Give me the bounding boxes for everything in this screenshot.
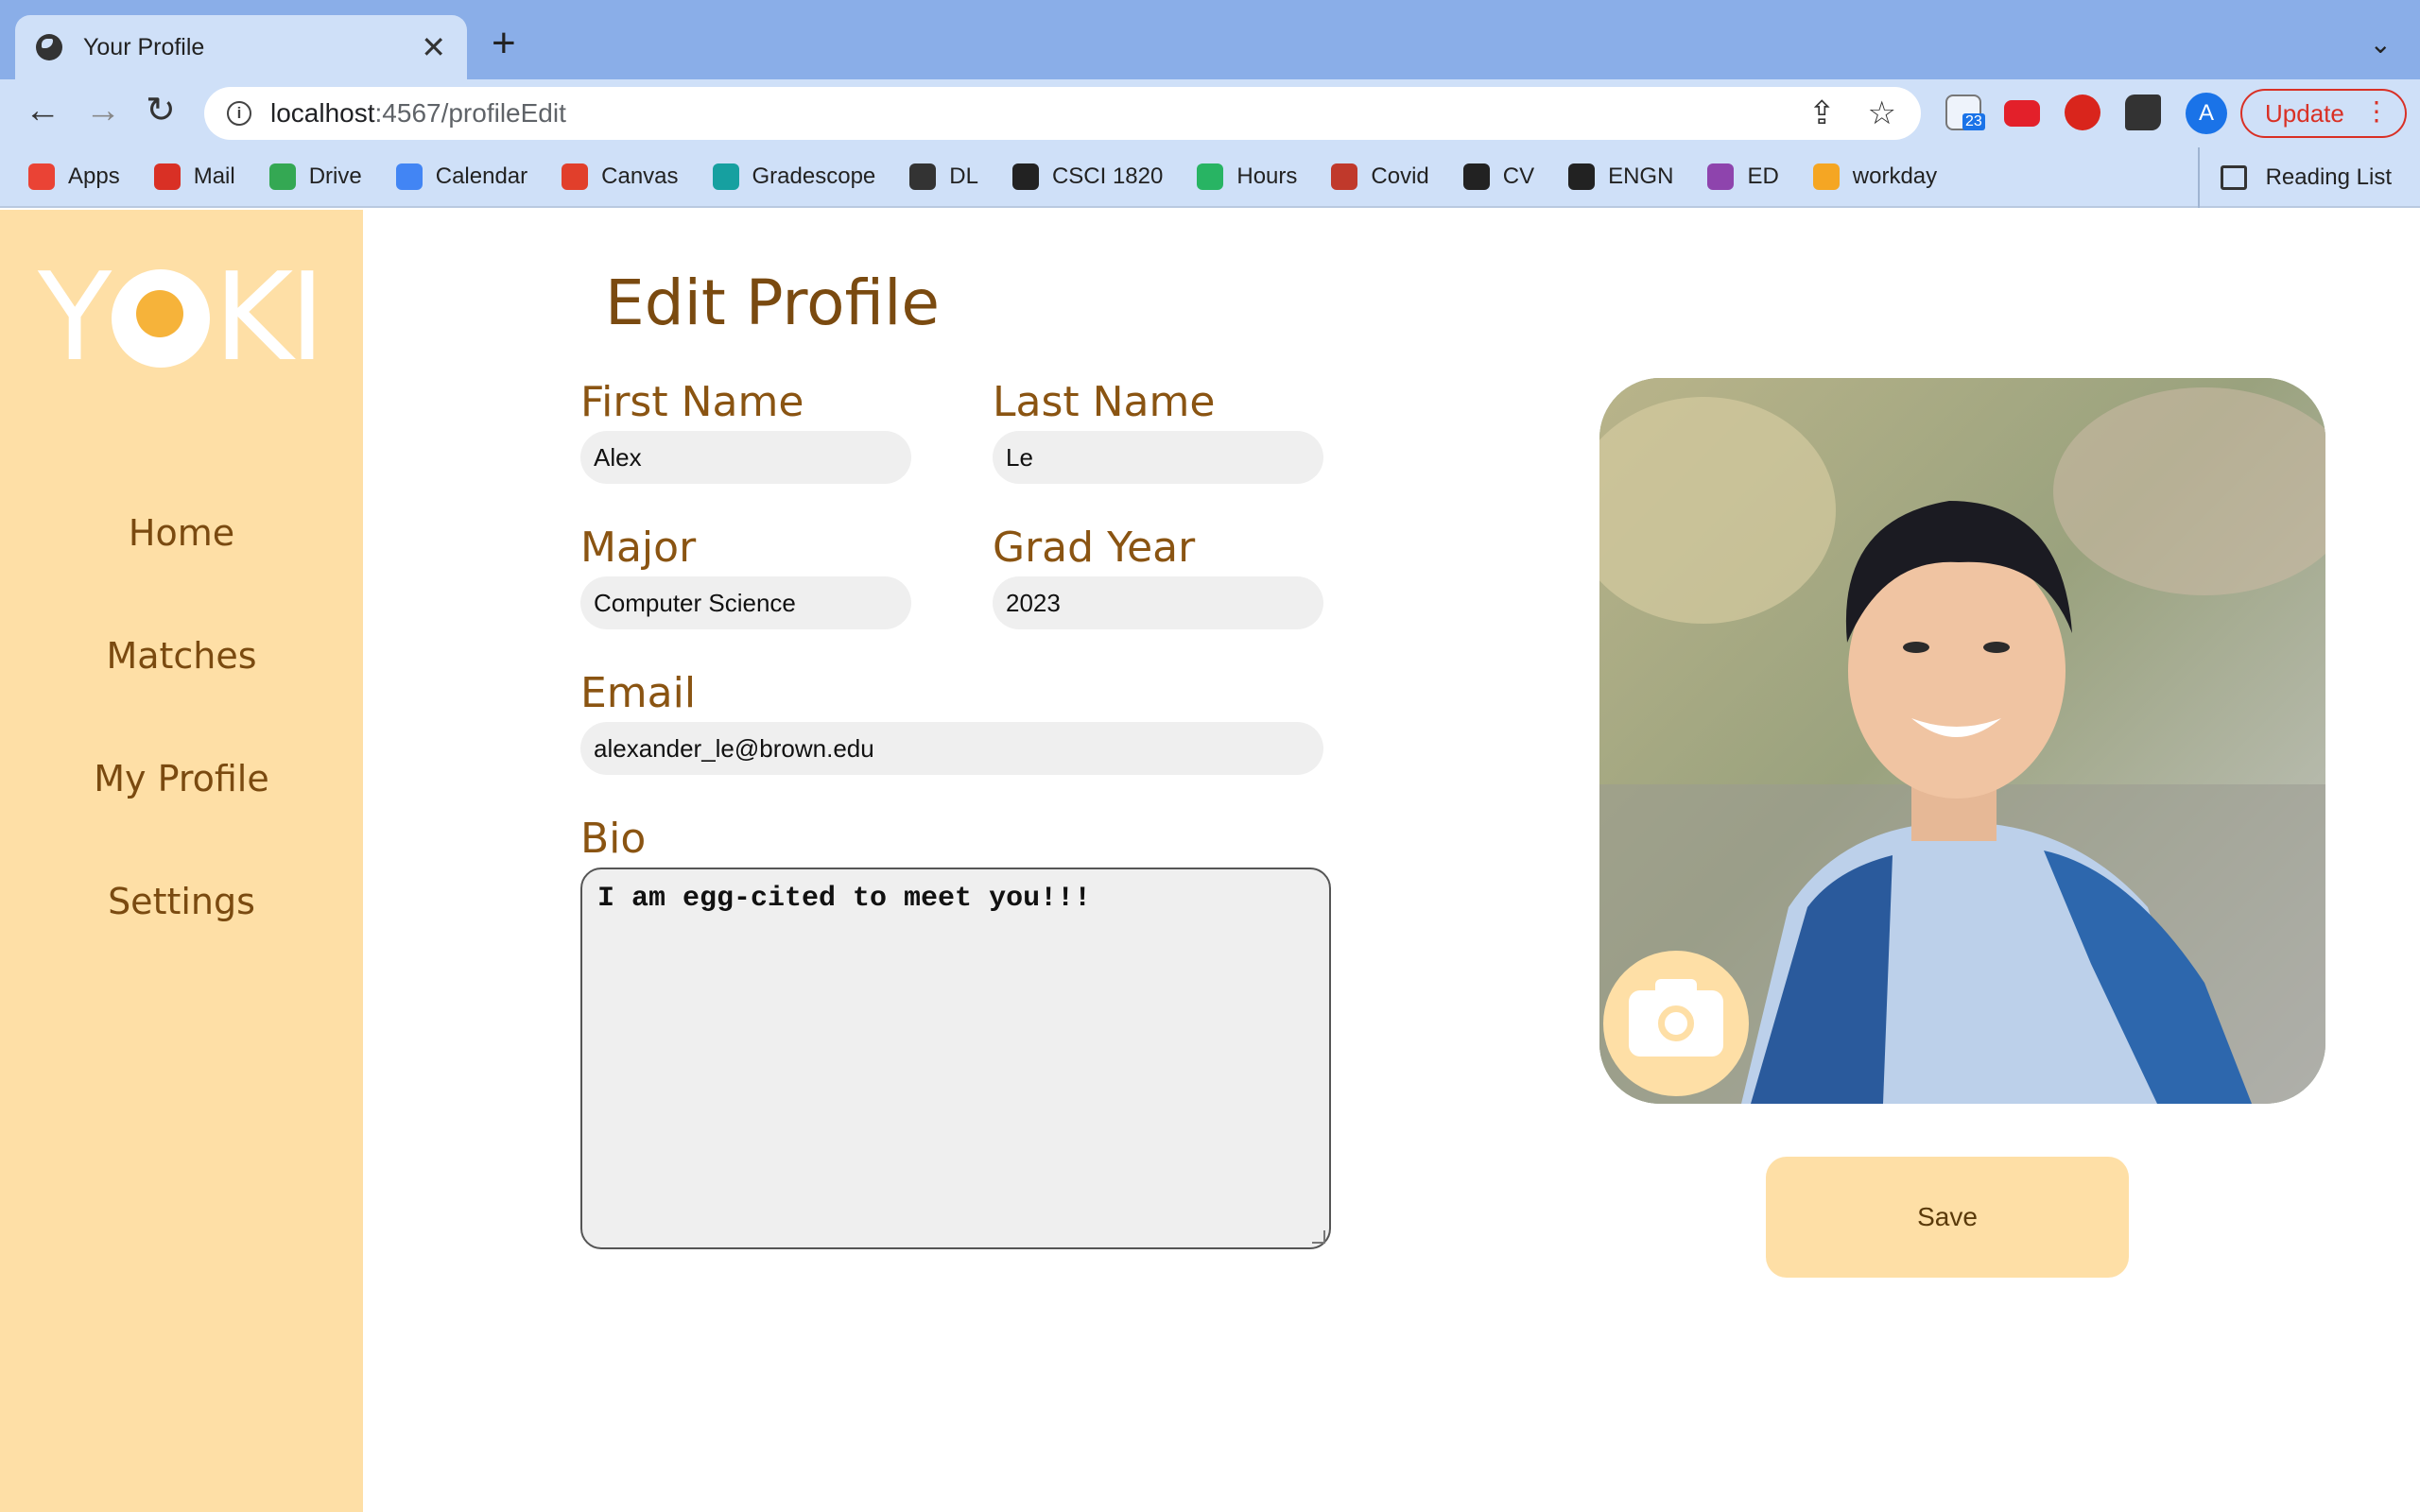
change-photo-button[interactable] [1603,951,1749,1096]
reading-list-button[interactable]: Reading List [2197,147,2392,208]
egg-logo-icon [112,269,211,368]
bookmark-item[interactable]: Covid [1331,163,1429,190]
youtube-extension-icon[interactable] [2004,100,2040,127]
browser-toolbar: ← → ↻ i localhost:4567/profileEdit ⇪ ☆ 2… [0,79,2420,147]
nav-matches[interactable]: Matches [0,635,363,677]
bookmark-item[interactable]: Calendar [395,163,528,190]
bookmark-item[interactable]: Hours [1197,163,1297,190]
extensions-puzzle-icon[interactable] [2125,94,2161,130]
bookmark-item[interactable]: DL [909,163,978,190]
bookmark-favicon-icon [1812,163,1840,190]
bookmark-item[interactable]: CV [1462,163,1535,190]
mail-badge: 23 [1962,113,1985,130]
email-label: Email [580,669,697,717]
bookmark-label: Mail [193,163,235,189]
bookmark-favicon-icon [562,163,589,190]
bookmark-item[interactable]: CSCI 1820 [1011,163,1164,190]
bookmark-favicon-icon [153,163,181,190]
yoki-logo[interactable]: Y KI [38,258,325,379]
first-name-input[interactable]: Alex [580,431,911,484]
first-name-label: First Name [580,378,804,426]
share-icon[interactable]: ⇪ [1808,94,1836,132]
forward-arrow-icon[interactable]: → [85,93,121,129]
last-name-input[interactable]: Le [993,431,1323,484]
update-button[interactable]: Update ⋮ [2240,89,2407,138]
bookmark-label: ED [1747,163,1779,189]
bookmark-favicon-icon [1707,163,1735,190]
bookmark-label: CV [1502,163,1535,189]
more-menu-icon[interactable]: ⋮ [2363,98,2390,125]
bookmark-favicon-icon [1331,163,1358,190]
globe-icon [36,34,62,60]
bookmark-label: Canvas [601,163,679,189]
bookmark-favicon-icon [1568,163,1596,190]
url-path: :4567/profileEdit [374,98,566,128]
major-label: Major [580,524,697,572]
bookmark-favicon-icon [268,163,296,190]
bookmark-label: ENGN [1608,163,1674,189]
last-name-label: Last Name [993,378,1216,426]
email-input[interactable]: alexander_le@brown.edu [580,722,1323,775]
logo-text-right: KI [214,248,325,388]
bookmark-label: Covid [1371,163,1429,189]
tab-title: Your Profile [83,33,205,60]
bookmark-star-icon[interactable]: ☆ [1868,94,1896,132]
bookmark-favicon-icon [909,163,937,190]
tab-search-chevron-icon[interactable]: ⌄ [2370,28,2392,60]
bookmark-item[interactable]: Drive [268,163,362,190]
close-tab-icon[interactable]: ✕ [421,32,446,62]
resize-grip-icon[interactable] [1312,1230,1325,1244]
bookmark-label: Calendar [435,163,528,189]
logo-text-left: Y [38,248,112,388]
bookmark-label: workday [1852,163,1938,189]
bookmark-label: Hours [1236,163,1298,189]
page-title: Edit Profile [605,266,941,339]
mail-extension-icon[interactable]: 23 [1945,94,1985,130]
bookmark-item[interactable]: Gradescope [712,163,876,190]
bookmark-favicon-icon [712,163,739,190]
bookmark-item[interactable]: Canvas [562,163,679,190]
bookmark-label: Drive [308,163,362,189]
site-info-icon[interactable]: i [227,101,251,126]
bio-label: Bio [580,815,647,863]
address-bar[interactable]: i localhost:4567/profileEdit ⇪ ☆ [204,87,1921,140]
url-host: localhost [270,98,375,128]
reading-list-label: Reading List [2265,164,2392,190]
grad-year-input[interactable]: 2023 [993,576,1323,629]
nav-my-profile[interactable]: My Profile [0,758,363,799]
sidebar: Y KI Home Matches My Profile Settings [0,210,363,1512]
bookmark-item[interactable]: workday [1812,163,1938,190]
bookmark-label: Apps [68,163,120,189]
bookmark-favicon-icon [1197,163,1224,190]
major-input[interactable]: Computer Science [580,576,911,629]
grad-year-label: Grad Year [993,524,1196,572]
bio-textarea[interactable]: I am egg-cited to meet you!!! [580,868,1331,1249]
bookmarks-bar: Apps Mail Drive Calendar Canvas Gradescope DL C… [0,147,2420,208]
new-tab-button[interactable]: + [492,23,516,64]
bookmark-item[interactable]: ED [1707,163,1779,190]
bio-text: I am egg-cited to meet you!!! [597,883,1092,915]
camera-lens-icon [1658,1005,1694,1041]
bookmark-label: CSCI 1820 [1051,163,1164,189]
save-button[interactable]: Save [1766,1157,2129,1278]
bookmark-favicon-icon [1462,163,1490,190]
profile-avatar-button[interactable]: A [2186,93,2227,134]
bookmark-item[interactable]: Mail [153,163,235,190]
bookmark-label: DL [949,163,978,189]
nav-home[interactable]: Home [0,512,363,554]
reload-icon[interactable]: ↻ [146,93,176,129]
reading-list-icon [2220,165,2247,190]
bookmark-favicon-icon [1011,163,1039,190]
bookmark-item[interactable]: ENGN [1568,163,1673,190]
adblock-extension-icon[interactable] [2065,94,2100,130]
bookmark-item[interactable]: Apps [28,163,120,190]
bookmark-favicon-icon [28,163,55,190]
nav-settings[interactable]: Settings [0,881,363,922]
bookmark-favicon-icon [395,163,423,190]
bookmark-label: Gradescope [752,163,876,189]
back-arrow-icon[interactable]: ← [25,93,60,129]
browser-tab[interactable]: Your Profile ✕ [15,15,467,79]
update-label: Update [2265,98,2344,128]
browser-tab-strip: Your Profile ✕ + ⌄ [0,0,2420,79]
